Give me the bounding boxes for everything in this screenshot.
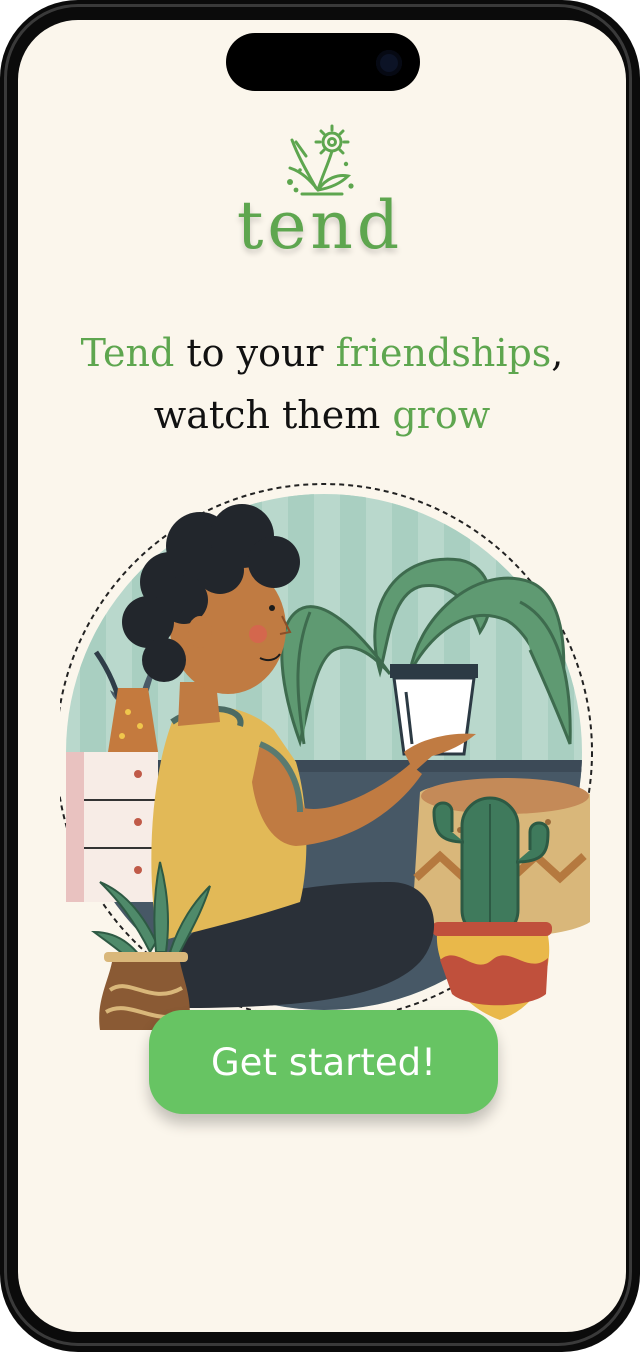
drawer-cabinet: [66, 752, 158, 902]
tagline: Tend to your friendships, watch them gro…: [18, 322, 626, 446]
tagline-comma: ,: [551, 331, 564, 375]
tagline-word-friendships: friendships: [335, 331, 552, 375]
tagline-word-grow: grow: [392, 393, 491, 437]
get-started-button[interactable]: Get started!: [149, 1010, 498, 1114]
tagline-word-tend: Tend: [80, 331, 175, 375]
app-wordmark: tend: [236, 187, 404, 264]
person-holding-plant-illustration: [60, 483, 593, 1030]
tagline-line-2: watch them grow: [18, 384, 626, 446]
tagline-line-1: Tend to your friendships,: [18, 322, 626, 384]
cactus-pot: [432, 922, 552, 1020]
app-logo: tend: [230, 120, 410, 270]
tagline-text: to your: [174, 331, 336, 375]
tagline-text-2: watch them: [153, 393, 393, 437]
camera-icon: [376, 50, 402, 76]
